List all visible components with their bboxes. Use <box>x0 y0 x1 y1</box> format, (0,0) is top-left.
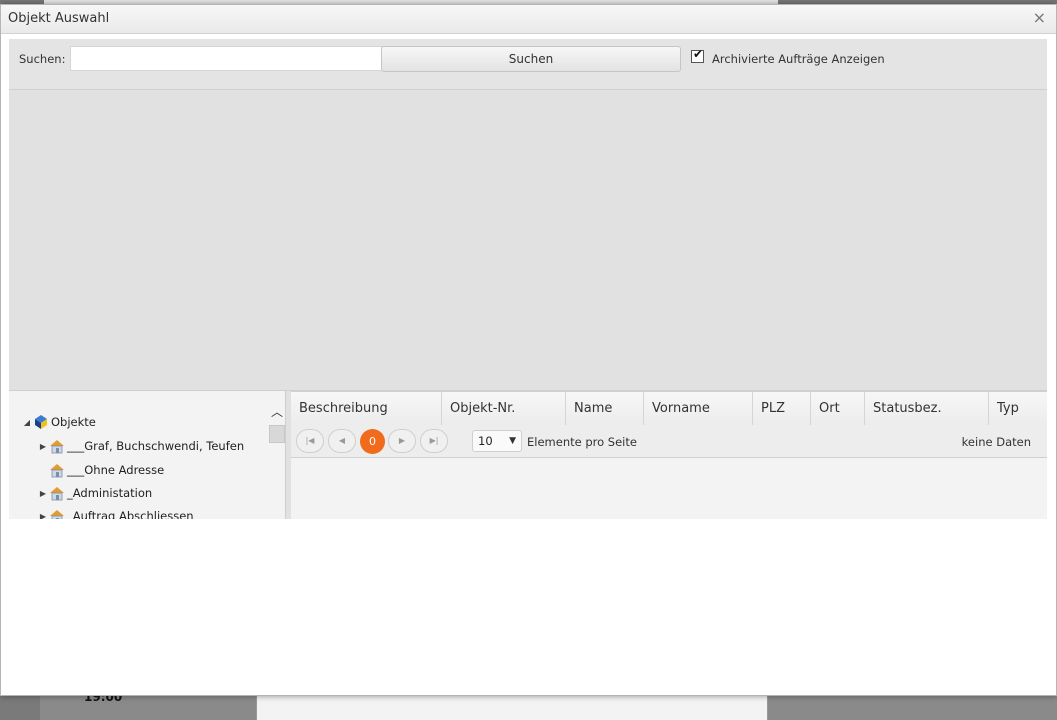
checkmark-icon: ✔ <box>693 47 704 61</box>
column-header-vorname[interactable]: Vorname <box>644 392 753 425</box>
column-header-plz[interactable]: PLZ <box>753 392 811 425</box>
tree-item-label: _Administation <box>67 486 153 500</box>
search-label: Suchen: <box>19 52 66 66</box>
column-header-beschreibung[interactable]: Beschreibung <box>291 392 442 425</box>
column-header-name[interactable]: Name <box>566 392 644 425</box>
first-page-icon[interactable]: |◀ <box>296 429 324 453</box>
house-icon <box>50 440 64 454</box>
background-panel <box>256 694 768 720</box>
collapsed-arrow-icon[interactable]: ▶ <box>37 489 49 498</box>
dialog-content: Suchen: Suchen ✔ Archivierte Aufträge An… <box>9 39 1047 519</box>
last-page-icon[interactable]: ▶| <box>420 429 448 453</box>
expanded-arrow-icon[interactable]: ◢ <box>21 418 33 427</box>
chevron-up-icon[interactable]: ︿ <box>271 403 283 420</box>
page-size-value: 10 <box>478 434 493 448</box>
scrollbar-thumb[interactable] <box>269 425 285 443</box>
tree-scrollbar[interactable]: ︿ <box>269 391 285 519</box>
house-icon <box>50 510 64 519</box>
archived-checkbox-label[interactable]: Archivierte Aufträge Anzeigen <box>712 52 885 66</box>
previous-page-icon[interactable]: ◀ <box>328 429 356 453</box>
dialog-title: Objekt Auswahl <box>8 11 110 26</box>
object-selection-dialog: Objekt Auswahl × Suchen: Suchen ✔ Archiv… <box>0 4 1057 696</box>
house-icon <box>50 464 64 478</box>
tree-item[interactable]: ___Ohne Adresse <box>37 460 164 480</box>
tree-item[interactable]: ▶ _Auftrag Abschliessen <box>37 506 194 519</box>
results-area: ◢ Objekte ▶ ___Graf, Buchschwendi, Teufe… <box>9 390 1047 519</box>
search-button[interactable]: Suchen <box>381 46 681 72</box>
tree-item-label: ___Ohne Adresse <box>67 463 165 477</box>
results-grid: Beschreibung Objekt-Nr. Name Vorname PLZ… <box>291 391 1047 519</box>
search-input[interactable] <box>70 46 388 71</box>
page-size-label: Elemente pro Seite <box>527 435 637 449</box>
close-icon[interactable]: × <box>1033 9 1046 27</box>
page-size-select[interactable]: 10 ▼ <box>472 430 522 452</box>
collapsed-arrow-icon[interactable]: ▶ <box>37 512 49 520</box>
column-header-typ[interactable]: Typ <box>989 392 1047 425</box>
tree-root[interactable]: ◢ Objekte <box>21 412 96 432</box>
tree-item-label: ___Graf, Buchschwendi, Teufen <box>67 439 245 453</box>
grid-pager: |◀ ◀ 0 ▶ ▶| 10 ▼ Elemente pro Seite kein… <box>291 425 1047 458</box>
current-page-indicator[interactable]: 0 <box>360 429 385 454</box>
cube-icon <box>35 415 47 429</box>
archived-checkbox[interactable]: ✔ <box>691 47 704 63</box>
tree-item[interactable]: ▶ _Administation <box>37 483 152 503</box>
dialog-titlebar: Objekt Auswahl × <box>1 5 1056 34</box>
grid-header: Beschreibung Objekt-Nr. Name Vorname PLZ… <box>291 391 1047 426</box>
pager-info: keine Daten <box>961 435 1031 449</box>
collapsed-arrow-icon[interactable]: ▶ <box>37 442 49 451</box>
search-bar: Suchen: Suchen ✔ Archivierte Aufträge An… <box>9 39 1047 90</box>
dropdown-arrow-icon: ▼ <box>509 436 516 446</box>
tree-item[interactable]: ▶ ___Graf, Buchschwendi, Teufen <box>37 436 244 456</box>
tree-item-label: _Auftrag Abschliessen <box>67 509 194 519</box>
column-header-statusbez[interactable]: Statusbez. <box>865 392 989 425</box>
column-header-ort[interactable]: Ort <box>811 392 865 425</box>
house-icon <box>50 487 64 501</box>
object-tree: ◢ Objekte ▶ ___Graf, Buchschwendi, Teufe… <box>9 391 269 519</box>
column-header-objekt-nr[interactable]: Objekt-Nr. <box>442 392 566 425</box>
next-page-icon[interactable]: ▶ <box>388 429 416 453</box>
tree-root-label: Objekte <box>51 415 96 429</box>
